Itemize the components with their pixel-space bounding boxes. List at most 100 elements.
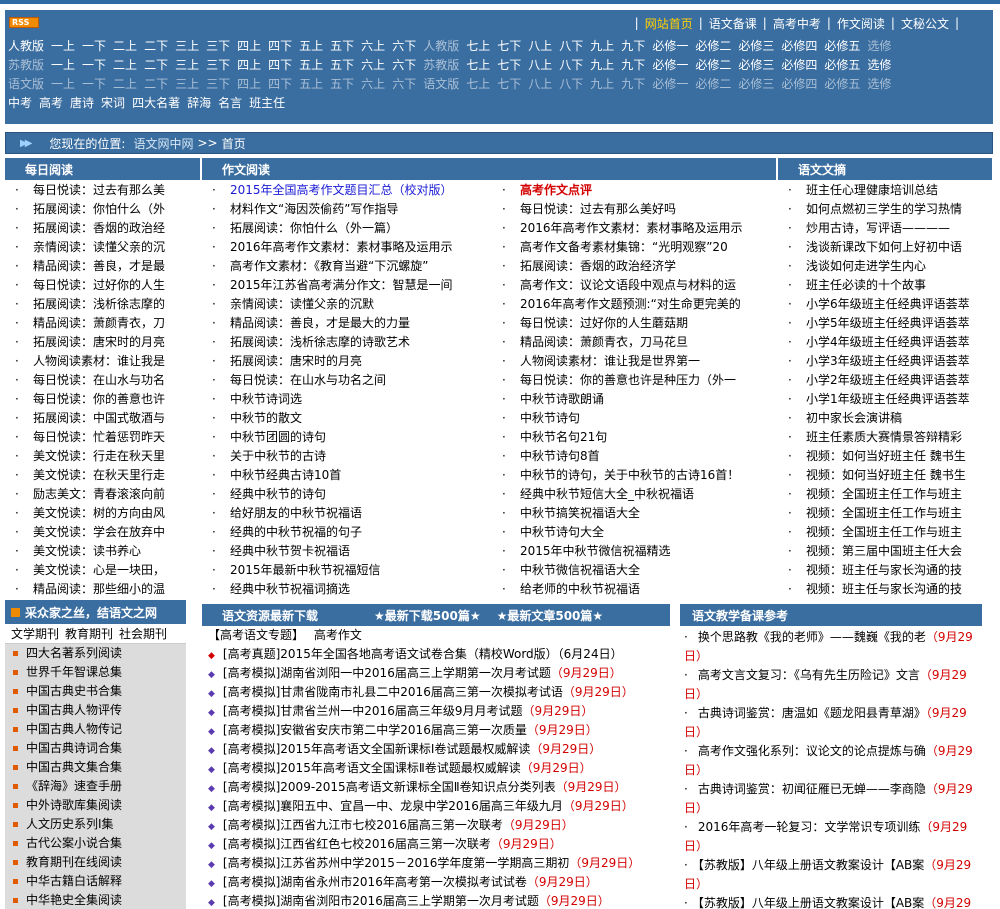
latest-downloads-link[interactable]: ★最新下载500篇★ [374, 607, 481, 624]
digest-item[interactable]: · 班主任素质大赛情景答辩精彩 [778, 428, 993, 447]
daily-reading-item[interactable]: · 美文悦读：心是一块田， [5, 561, 201, 580]
download-item[interactable]: ◆ [高考模拟]2015年高考语文全国新课标Ⅰ卷试题最权威解读（9月29日） [202, 740, 670, 759]
item-link[interactable]: 视频：如何当好班主任 魏书生 [806, 449, 966, 463]
item-link[interactable]: 美文悦读：读书养心 [33, 544, 141, 558]
item-link[interactable]: 拓展阅读：你怕什么（外一篇） [230, 221, 398, 235]
item-link[interactable]: 中秋节诗句8首 [520, 449, 600, 463]
item-link[interactable]: 中秋节诗歌朗诵 [520, 392, 604, 406]
item-link[interactable]: 2015年最新中秋节祝福短信 [230, 563, 381, 577]
grade-link[interactable]: 五上 [299, 75, 323, 92]
grade-link[interactable]: 二上 [113, 56, 137, 73]
journal-item[interactable]: 中国古典人物评传 [5, 701, 186, 720]
download-item[interactable]: ◆ [高考真题]2015年全国各地高考语文试卷合集（精校Word版）（6月24日） [202, 645, 670, 664]
item-link[interactable]: 精品阅读：善良，才是最 [33, 259, 165, 273]
grade-link[interactable]: 七上 [466, 56, 490, 73]
item-link[interactable]: 亲情阅读：读懂父亲的沉 [33, 240, 165, 254]
grade-link[interactable]: 必修一 [652, 56, 688, 73]
download-item[interactable]: ◆ [高考模拟]甘肃省陇南市礼县二中2016届高三第一次模拟考试语（9月29日） [202, 683, 670, 702]
journal-item[interactable]: 中国古典文集合集 [5, 758, 186, 777]
daily-reading-item[interactable]: · 拓展阅读：香烟的政治经 [5, 219, 201, 238]
item-link[interactable]: 励志美文：青春滚滚向前 [33, 487, 165, 501]
grade-link[interactable]: 六下 [392, 56, 416, 73]
journal-tab[interactable]: 社会期刊 [119, 627, 167, 641]
item-link[interactable]: 中秋节诗句 [520, 411, 580, 425]
journal-item[interactable]: 中外诗歌库集阅读 [5, 796, 186, 815]
item-link[interactable]: 拓展阅读：香烟的政治经济学 [520, 259, 676, 273]
item-link[interactable]: 中秋节搞笑祝福语大全 [520, 506, 640, 520]
download-item[interactable]: ◆ [高考模拟]江西省红色七校2016届高三第一次联考（9月29日） [202, 835, 670, 854]
digest-item[interactable]: · 视频：班主任与家长沟通的技 [778, 580, 993, 599]
journal-item[interactable]: 中华古籍白话解释 [5, 872, 186, 891]
daily-reading-item[interactable]: · 拓展阅读：唐宋时的月亮 [5, 333, 201, 352]
item-link[interactable]: 美文悦读：行走在秋天里 [33, 449, 165, 463]
grade-link[interactable]: 二上 [113, 75, 137, 92]
composition-item[interactable]: · 经典中秋节贺卡祝福语 [202, 542, 492, 561]
composition-review-item[interactable]: · 中秋节搞笑祝福语大全 [492, 504, 777, 523]
item-link[interactable]: 如何点燃初三学生的学习热情 [806, 202, 962, 216]
item-link[interactable]: 每日悦读：忙着惩罚昨天 [33, 430, 165, 444]
journal-tab[interactable]: 文学期刊 [11, 627, 59, 641]
composition-review-item[interactable]: · 人物阅读素材：谁让我是世界第一 [492, 352, 777, 371]
composition-item[interactable]: · 中秋节经典古诗10首 [202, 466, 492, 485]
journal-item[interactable]: 中华艳史全集阅读 [5, 891, 186, 909]
digest-item[interactable]: · 视频：全国班主任工作与班主 [778, 485, 993, 504]
digest-item[interactable]: · 视频：班主任与家长沟通的技 [778, 561, 993, 580]
grade-link[interactable]: 三下 [206, 56, 230, 73]
grade-link[interactable]: 必修二 [695, 75, 731, 92]
journal-link[interactable]: 中国古典文集合集 [26, 760, 122, 774]
item-link[interactable]: 视频：全国班主任工作与班主 [806, 506, 962, 520]
item-link[interactable]: 经典中秋节的诗句 [230, 487, 326, 501]
download-item[interactable]: ◆ [高考模拟]安徽省安庆市第二中学2016届高三第一次质量（9月29日） [202, 721, 670, 740]
grade-link[interactable]: 五下 [330, 56, 354, 73]
download-link[interactable]: [高考模拟]湖南省永州市2016年高考第一次模拟考试试卷 [223, 875, 527, 889]
composition-item[interactable]: · 材料作文“海因茨偷药”写作指导 [202, 200, 492, 219]
reference-link[interactable]: 高考文言文复习：《乌有先生历险记》文言 [698, 668, 920, 682]
digest-item[interactable]: · 如何点燃初三学生的学习热情 [778, 200, 993, 219]
digest-item[interactable]: · 视频：如何当好班主任 魏书生 [778, 466, 993, 485]
daily-reading-item[interactable]: · 美文悦读：读书养心 [5, 542, 201, 561]
item-link[interactable]: 中秋节团圆的诗句 [230, 430, 326, 444]
composition-item[interactable]: · 拓展阅读：唐宋时的月亮 [202, 352, 492, 371]
item-link[interactable]: 高考作文点评 [520, 183, 592, 197]
daily-reading-item[interactable]: · 美文悦读：学会在放弃中 [5, 523, 201, 542]
reference-item[interactable]: · 2016年高考一轮复习：文学常识专项训练（9月29日） [680, 818, 982, 856]
digest-item[interactable]: · 小学1年级班主任经典评语荟萃 [778, 390, 993, 409]
nav-item[interactable]: 文秘公文 [901, 15, 949, 32]
composition-review-item[interactable]: · 2015年中秋节微信祝福精选 [492, 542, 777, 561]
nav-item[interactable]: 高考中考 [773, 15, 821, 32]
composition-item[interactable]: · 亲情阅读：读懂父亲的沉默 [202, 295, 492, 314]
grade-link[interactable]: 二下 [144, 75, 168, 92]
grade-link[interactable]: 必修三 [738, 37, 774, 54]
item-link[interactable]: 每日悦读：过去有那么美好吗 [520, 202, 676, 216]
journal-link[interactable]: 中国古典人物评传 [26, 703, 122, 717]
grade-link[interactable]: 六上 [361, 56, 385, 73]
grade-link[interactable]: 必修五 [824, 75, 860, 92]
item-link[interactable]: 拓展阅读：浅析徐志摩的 [33, 297, 165, 311]
download-link[interactable]: [高考模拟]江西省九江市七校2016届高三第一次联考 [223, 818, 503, 832]
item-link[interactable]: 每日悦读：过去有那么美 [33, 183, 165, 197]
item-link[interactable]: 经典中秋节祝福词摘选 [230, 582, 350, 596]
grade-link[interactable]: 八下 [559, 56, 583, 73]
grade-link[interactable]: 八上 [528, 75, 552, 92]
composition-item[interactable]: · 给好朋友的中秋节祝福语 [202, 504, 492, 523]
daily-reading-item[interactable]: · 拓展阅读：你怕什么（外 [5, 200, 201, 219]
download-item[interactable]: ◆ [高考模拟]湖南省永州市2016年高考第一次模拟考试试卷（9月29日） [202, 873, 670, 892]
composition-item[interactable]: · 经典中秋节祝福词摘选 [202, 580, 492, 599]
download-item[interactable]: ◆ [高考模拟]2009-2015高考语文新课标全国Ⅱ卷知识点分类列表（9月29日… [202, 778, 670, 797]
composition-item[interactable]: · 拓展阅读：浅析徐志摩的诗歌艺术 [202, 333, 492, 352]
grade-link[interactable]: 七下 [497, 75, 521, 92]
digest-item[interactable]: · 初中家长会演讲稿 [778, 409, 993, 428]
grade-link[interactable]: 九上 [590, 56, 614, 73]
download-link[interactable]: [高考模拟]2015年高考语文全国新课标Ⅰ卷试题最权威解读 [223, 742, 530, 756]
grade-link[interactable]: 人教版 [423, 37, 459, 54]
composition-review-item[interactable]: · 中秋节诗句大全 [492, 523, 777, 542]
nav-item[interactable]: 作文阅读 [837, 15, 885, 32]
item-link[interactable]: 给好朋友的中秋节祝福语 [230, 506, 362, 520]
topic-link[interactable]: 高考作文 [314, 628, 362, 642]
composition-review-item[interactable]: · 高考作文：议论文语段中观点与材料的运 [492, 276, 777, 295]
reference-link[interactable]: 2016年高考一轮复习：文学常识专项训练 [698, 820, 921, 834]
reference-link[interactable]: 古典诗词鉴赏：唐温如《题龙阳县青草湖》 [698, 706, 926, 720]
item-link[interactable]: 2016年高考作文素材：素材事略及运用示 [230, 240, 453, 254]
item-link[interactable]: 2016年高考作文素材：素材事略及运用示 [520, 221, 743, 235]
journal-item[interactable]: 中国古典史书合集 [5, 682, 186, 701]
